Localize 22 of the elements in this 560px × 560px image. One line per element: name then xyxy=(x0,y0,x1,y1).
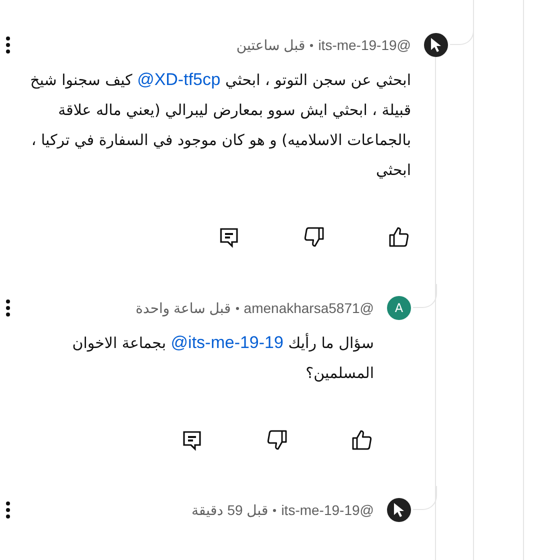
comment-time[interactable]: قبل 59 دقيقة xyxy=(192,502,268,518)
comment-time[interactable]: قبل ساعة واحدة xyxy=(136,300,231,316)
avatar[interactable]: A xyxy=(387,296,411,320)
mention-link[interactable]: @its-me-19-19 xyxy=(170,333,284,352)
thumbs-down-icon xyxy=(265,428,289,452)
thumbs-up-icon xyxy=(350,428,374,452)
reply-icon xyxy=(180,428,204,452)
reply-icon xyxy=(217,225,241,249)
author-name[interactable]: @amenakharsa5871 xyxy=(244,300,374,316)
avatar[interactable] xyxy=(387,498,411,522)
more-icon xyxy=(5,501,11,519)
more-icon xyxy=(5,36,11,54)
thumbs-up-icon xyxy=(387,225,411,249)
thumbs-down-icon xyxy=(302,225,326,249)
more-icon xyxy=(5,299,11,317)
cursor-icon xyxy=(392,502,406,518)
author-name[interactable]: @its-me-19-19 xyxy=(318,37,411,53)
mention-link[interactable]: @XD-tf5cp xyxy=(137,70,220,89)
avatar[interactable] xyxy=(424,33,448,57)
cursor-icon xyxy=(429,37,443,53)
author-name[interactable]: @its-me-19-19 xyxy=(281,502,374,518)
comment-time[interactable]: قبل ساعتين xyxy=(236,36,306,54)
